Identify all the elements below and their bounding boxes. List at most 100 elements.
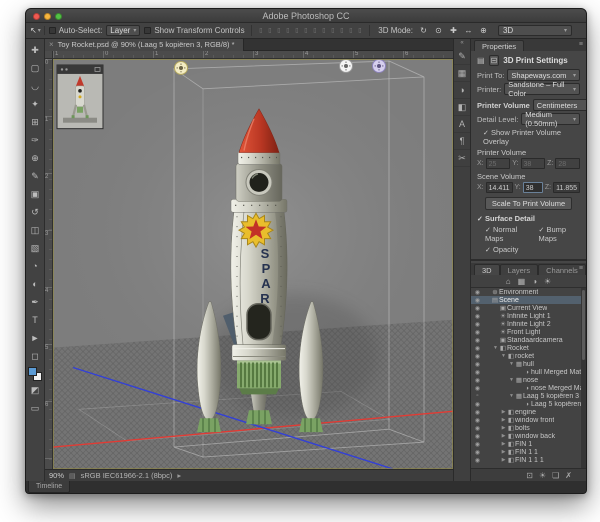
visibility-eye-icon[interactable]: ◉	[473, 369, 482, 376]
scale-3d-icon[interactable]: ⊕	[477, 25, 490, 37]
eraser-tool[interactable]: ◫	[27, 221, 44, 239]
healing-tool[interactable]: ⊕	[27, 149, 44, 167]
tree-standaardcamera[interactable]: ◉ ▣ Standaardcamera	[471, 336, 586, 344]
tree-window-front[interactable]: ◉ ▶ ◧ window front	[471, 416, 586, 424]
foreground-color-swatch[interactable]	[28, 367, 37, 376]
history-brush-tool[interactable]: ↺	[27, 203, 44, 221]
scene-volume-z-input[interactable]: 11.855	[553, 182, 580, 193]
visibility-eye-icon[interactable]: ◉	[473, 321, 482, 328]
tree-scrollbar[interactable]	[581, 288, 586, 468]
quick-mask-icon[interactable]: ◩	[27, 381, 44, 399]
filter-all-icon[interactable]: ⌂	[506, 277, 511, 286]
crop-tool[interactable]: ⊞	[27, 113, 44, 131]
auto-select-toggle[interactable]: Auto-Select:	[49, 26, 103, 35]
swatches-icon[interactable]: ▦	[454, 65, 470, 82]
expand-arrow-icon[interactable]: ▶	[500, 417, 507, 423]
printer-icon[interactable]: ⊟	[489, 55, 500, 66]
tree-fin-1[interactable]: ◉ ▶ ◧ FIN 1	[471, 440, 586, 448]
tree-laag5[interactable]: ▫ ▼ ▦ Laag 5 kopiëren 3	[471, 392, 586, 400]
expand-arrow-icon[interactable]: ▼	[492, 345, 499, 351]
light-widget-back[interactable]	[373, 59, 386, 72]
visibility-eye-icon[interactable]: ◉	[473, 353, 482, 360]
screen-mode-icon[interactable]: ▭	[27, 399, 44, 417]
light-widget-key[interactable]	[175, 61, 188, 74]
visibility-eye-icon[interactable]: ▫	[473, 393, 482, 399]
visibility-eye-icon[interactable]: ◉	[473, 361, 482, 368]
tree-front-light[interactable]: ◉ ☀ Front Light	[471, 328, 586, 336]
auto-select-checkbox[interactable]	[49, 27, 56, 34]
normal-maps-toggle[interactable]: ✓Normal Maps	[485, 225, 530, 243]
secondary-view-panel[interactable]	[57, 65, 103, 129]
surface-detail-toggle[interactable]: ✓Surface Detail	[471, 212, 586, 223]
delete-icon[interactable]: ✗	[565, 471, 572, 480]
checkbox-checked-icon[interactable]: ✓	[485, 226, 493, 234]
brush-tool[interactable]: ✎	[27, 167, 44, 185]
color-swatches[interactable]	[28, 367, 42, 381]
dist-vcenter-icon[interactable]: ▯	[320, 27, 327, 34]
visibility-eye-icon[interactable]: ◉	[473, 441, 482, 448]
zoom-level-field[interactable]: 90%	[49, 471, 64, 480]
dist-bottom-icon[interactable]: ▯	[329, 27, 336, 34]
tree-rocket-group[interactable]: ◉ ▼ ◧ Rocket	[471, 344, 586, 352]
shape-tool[interactable]: ◻	[27, 347, 44, 365]
visibility-eye-icon[interactable]: ◉	[473, 289, 482, 296]
gradient-tool[interactable]: ▧	[27, 239, 44, 257]
quick-select-tool[interactable]: ✦	[27, 95, 44, 113]
blur-tool[interactable]: ◔	[27, 257, 44, 275]
checkbox-checked-icon[interactable]: ✓	[485, 246, 493, 254]
visibility-eye-icon[interactable]: ◉	[473, 313, 482, 320]
scene-volume-x-input[interactable]: 14.411	[486, 182, 513, 193]
pen-tool[interactable]: ✒	[27, 293, 44, 311]
tree-environment[interactable]: ◉ ⊛ Environment	[471, 288, 586, 296]
align-vcenter-icon[interactable]: ▯	[266, 27, 273, 34]
expand-arrow-icon[interactable]: ▶	[500, 433, 507, 439]
scene-volume-y-input[interactable]: 38	[523, 182, 543, 193]
brush-presets-icon[interactable]: ✎	[454, 48, 470, 65]
expand-arrow-icon[interactable]: ▶	[500, 409, 507, 415]
visibility-eye-icon[interactable]: ◉	[473, 329, 482, 336]
tree-nose-material[interactable]: ◉ ◑ nose Merged Material	[471, 384, 586, 392]
align-left-icon[interactable]: ▯	[284, 27, 291, 34]
opacity-toggle[interactable]: ✓Opacity	[471, 243, 586, 254]
checkbox-checked-icon[interactable]: ✓	[477, 215, 485, 223]
tree-infinite-light-1[interactable]: ◉ ☀ Infinite Light 1	[471, 312, 586, 320]
align-top-icon[interactable]: ▯	[257, 27, 264, 34]
tree-bolts[interactable]: ◉ ▶ ◧ bolts	[471, 424, 586, 432]
dist-hcenter-icon[interactable]: ▯	[347, 27, 354, 34]
tree-window-back[interactable]: ◉ ▶ ◧ window back	[471, 432, 586, 440]
scale-to-print-volume-button[interactable]: Scale To Print Volume	[485, 197, 572, 210]
visibility-eye-icon[interactable]: ◉	[473, 409, 482, 416]
align-bottom-icon[interactable]: ▯	[275, 27, 282, 34]
clone-stamp-tool[interactable]: ▣	[27, 185, 44, 203]
path-select-tool[interactable]: ►	[27, 329, 44, 347]
styles-icon[interactable]: ◧	[454, 99, 470, 116]
eyedropper-tool[interactable]: ✑	[27, 131, 44, 149]
dist-right-icon[interactable]: ▯	[356, 27, 363, 34]
tree-nose[interactable]: ◉ ▼ ▦ nose	[471, 376, 586, 384]
timeline-panel-icon[interactable]: ✂	[454, 150, 470, 167]
close-tab-icon[interactable]: ×	[49, 39, 54, 51]
adjustments-icon[interactable]: ◑	[454, 82, 470, 99]
timeline-tab[interactable]: Timeline	[28, 481, 70, 493]
document-tab[interactable]: × Toy Rocket.psd @ 90% (Laag 5 kopiëren …	[45, 39, 244, 51]
type-tool[interactable]: T	[27, 311, 44, 329]
detail-level-dropdown[interactable]: Medium (0.50mm) ▾	[521, 113, 580, 125]
expand-arrow-icon[interactable]: ▼	[508, 377, 515, 383]
slide-3d-icon[interactable]: ↔	[462, 25, 475, 37]
dist-top-icon[interactable]: ▯	[311, 27, 318, 34]
panel-menu-icon[interactable]: ≡	[579, 41, 583, 48]
visibility-eye-icon[interactable]: ◉	[473, 385, 482, 392]
workspace-switcher[interactable]: 3D ▾	[498, 25, 572, 36]
visibility-eye-icon[interactable]: ◉	[473, 449, 482, 456]
new-light-icon[interactable]: ☀	[539, 471, 546, 480]
tree-fin-1-1[interactable]: ◉ ▶ ◧ FIN 1 1	[471, 448, 586, 456]
expand-arrow-icon[interactable]: ▼	[500, 353, 507, 359]
visibility-eye-icon[interactable]: ◉	[473, 401, 482, 408]
horizontal-ruler[interactable]: 10123456	[53, 51, 453, 59]
tree-laag5-material[interactable]: ◉ ◑ Laag 5 kopiëren 3 Me...	[471, 400, 586, 408]
new-item-icon[interactable]: ❏	[552, 471, 559, 480]
status-options-arrow[interactable]: ▸	[177, 471, 181, 480]
show-transform-toggle[interactable]: Show Transform Controls	[144, 26, 244, 35]
visibility-eye-icon[interactable]: ◉	[473, 417, 482, 424]
collapse-dock-icon[interactable]: «	[460, 39, 463, 48]
